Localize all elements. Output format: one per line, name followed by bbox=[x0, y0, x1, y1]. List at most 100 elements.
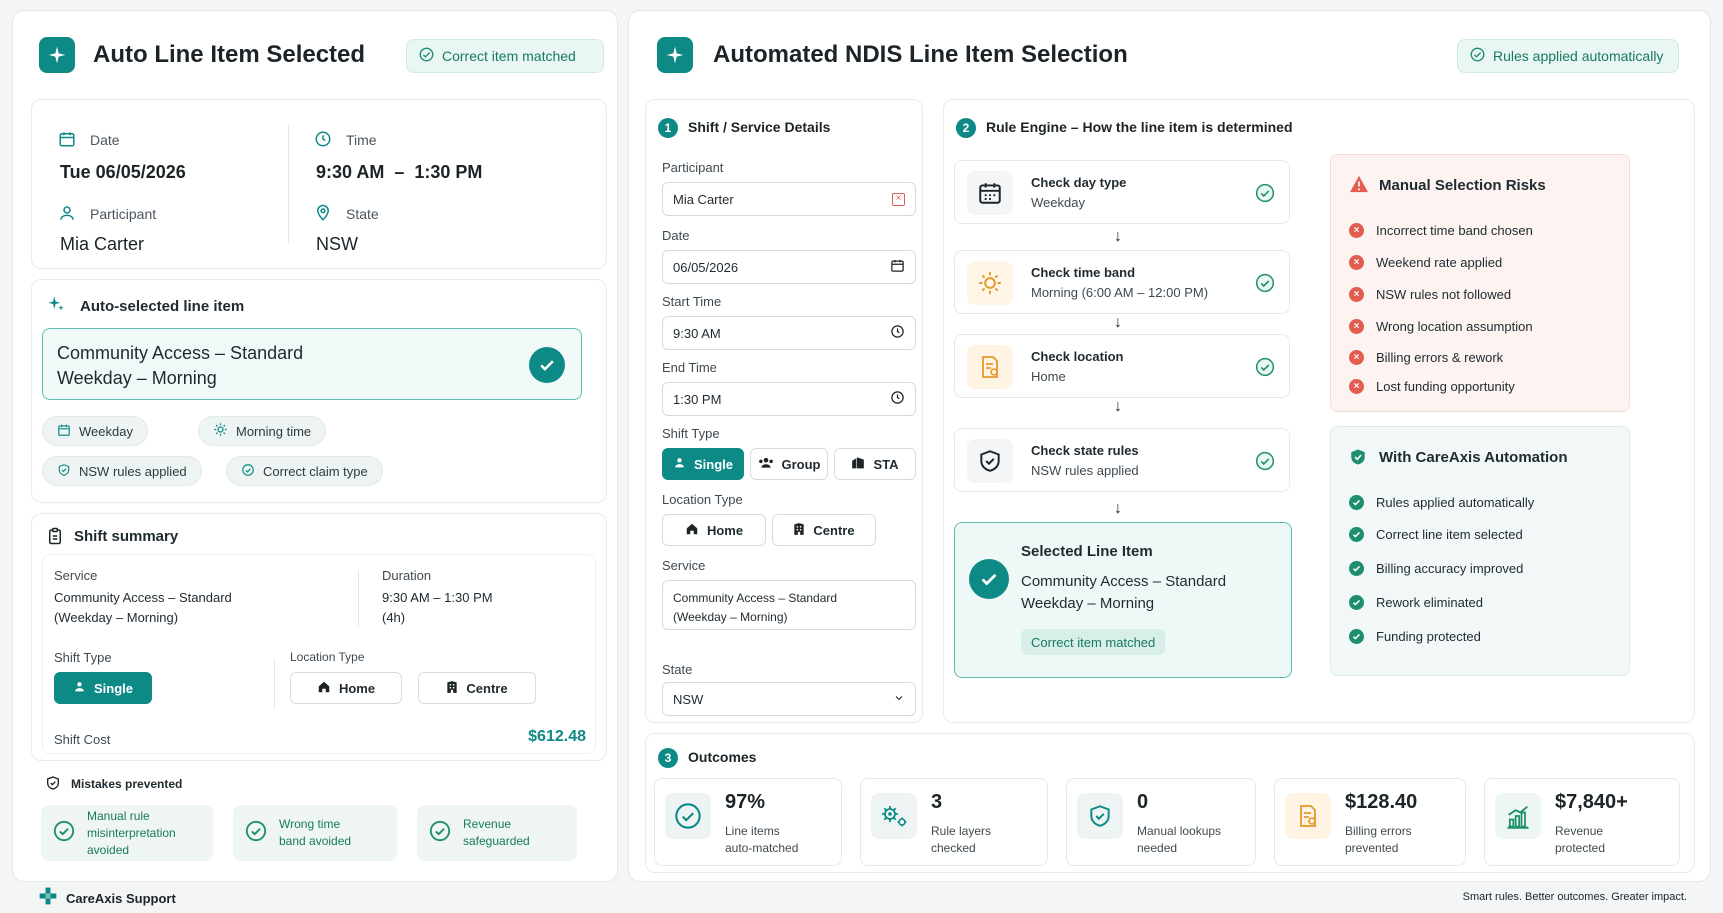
x-icon: × bbox=[1349, 379, 1364, 394]
outcome-label-line: Revenue bbox=[1555, 824, 1604, 838]
check-circle-icon bbox=[1255, 357, 1275, 382]
sparkle-logo-icon bbox=[39, 37, 75, 73]
participant-field[interactable]: Mia Carter × bbox=[662, 182, 916, 216]
shift-type-option-label: Single bbox=[693, 456, 733, 472]
mistakes-title: Mistakes prevented bbox=[71, 777, 183, 791]
careaxis-automation-card: With CareAxis Automation Rules applied a… bbox=[1330, 426, 1630, 676]
mistake-text: band avoided bbox=[279, 834, 352, 848]
shift-type-sta[interactable]: STA bbox=[834, 448, 916, 480]
end-time-label: End Time bbox=[662, 360, 717, 375]
shift-cost-label: Shift Cost bbox=[54, 732, 111, 747]
right-panel: Automated NDIS Line Item Selection Rules… bbox=[628, 10, 1711, 882]
building-icon bbox=[446, 680, 458, 697]
chevron-down-icon[interactable] bbox=[893, 692, 905, 707]
rule-title: Check day type bbox=[1031, 175, 1127, 190]
rule-flow: Check day type Weekday ↓ Check time band… bbox=[954, 160, 1334, 720]
risk-text: Lost funding opportunity bbox=[1376, 379, 1515, 394]
check-circle-icon bbox=[1255, 183, 1275, 208]
outcome-label: Manual lookups needed bbox=[1137, 823, 1221, 857]
service-field[interactable]: Community Access – Standard (Weekday – M… bbox=[662, 580, 916, 630]
participant-value: Mia Carter bbox=[60, 234, 145, 254]
benefit-text: Funding protected bbox=[1376, 629, 1481, 644]
location-home-button[interactable]: Home bbox=[662, 514, 766, 546]
rule-location: Check location Home bbox=[954, 334, 1290, 398]
state-select[interactable]: NSW bbox=[662, 682, 916, 716]
shift-summary-title: Shift summary bbox=[74, 528, 179, 545]
location-option-label: Centre bbox=[813, 522, 855, 538]
outcome-label: Rule layers checked bbox=[931, 823, 991, 857]
benefit-text: Correct line item selected bbox=[1376, 527, 1523, 542]
check-circle-icon bbox=[1255, 273, 1275, 298]
automation-title: With CareAxis Automation bbox=[1379, 449, 1568, 466]
risk-text: Billing errors & rework bbox=[1376, 350, 1504, 365]
outcome-label-line: needed bbox=[1137, 841, 1178, 855]
start-time-field[interactable]: 9:30 AM bbox=[662, 316, 916, 350]
clear-icon[interactable]: × bbox=[892, 192, 905, 206]
footer-brand[interactable]: CareAxis Support bbox=[38, 886, 176, 911]
careaxis-logo-icon bbox=[38, 886, 58, 911]
auto-selected-title: Auto-selected line item bbox=[80, 298, 245, 315]
section-title: Outcomes bbox=[688, 749, 757, 765]
shift-service-details-section: 1 Shift / Service Details Participant Mi… bbox=[645, 99, 923, 723]
risk-text: Wrong location assumption bbox=[1376, 319, 1533, 334]
mistake-item: Wrong time band avoided bbox=[233, 805, 397, 861]
shift-type-group[interactable]: Group bbox=[750, 448, 828, 480]
group-icon bbox=[758, 456, 774, 472]
outcome-label-line: prevented bbox=[1345, 841, 1399, 855]
shift-type-label: Single bbox=[93, 680, 133, 696]
date-field[interactable]: 06/05/2026 bbox=[662, 250, 916, 284]
building-icon bbox=[793, 522, 805, 539]
arrow-down-icon: ↓ bbox=[1114, 398, 1122, 415]
arrow-down-icon: ↓ bbox=[1114, 500, 1122, 517]
location-pin-icon bbox=[314, 204, 332, 227]
shield-check-icon bbox=[967, 439, 1013, 483]
selected-line-item-box[interactable]: Community Access – Standard Weekday – Mo… bbox=[42, 328, 582, 400]
shift-type-single[interactable]: Single bbox=[54, 672, 152, 704]
location-centre-button[interactable]: Centre bbox=[772, 514, 876, 546]
sparkle-icon bbox=[46, 294, 66, 319]
state-label: State bbox=[346, 206, 379, 222]
shift-type-single[interactable]: Single bbox=[662, 448, 744, 480]
risks-title: Manual Selection Risks bbox=[1379, 177, 1546, 194]
calendar-icon bbox=[58, 130, 76, 153]
benefit-text: Rules applied automatically bbox=[1376, 495, 1535, 510]
date-label: Date bbox=[662, 228, 690, 243]
service-label: Service bbox=[662, 558, 706, 573]
home-icon bbox=[317, 680, 331, 697]
user-icon bbox=[58, 204, 76, 227]
rule-subtitle: Morning (6:00 AM – 12:00 PM) bbox=[1031, 285, 1209, 300]
service-label: Service bbox=[54, 568, 98, 583]
start-time-label: Start Time bbox=[662, 294, 722, 309]
mistake-text: Revenue bbox=[463, 817, 512, 831]
check-circle-icon bbox=[1470, 47, 1485, 65]
service-line2: (Weekday – Morning) bbox=[54, 610, 179, 625]
end-time-field[interactable]: 1:30 PM bbox=[662, 382, 916, 416]
location-centre-button[interactable]: Centre bbox=[418, 672, 536, 704]
date-value: Tue 06/05/2026 bbox=[60, 162, 186, 182]
check-circle-icon bbox=[429, 820, 451, 847]
outcome-card: $128.40 Billing errors prevented bbox=[1274, 778, 1466, 866]
clock-icon[interactable] bbox=[890, 324, 905, 342]
calendar-icon[interactable] bbox=[890, 258, 905, 276]
duration-line1: 9:30 AM – 1:30 PM bbox=[382, 590, 493, 605]
left-panel: Auto Line Item Selected Correct item mat… bbox=[12, 10, 618, 882]
outcome-card: 3 Rule layers checked bbox=[860, 778, 1048, 866]
mistakes-prevented-card: Mistakes prevented Manual rule misinterpr… bbox=[31, 763, 607, 875]
building-icon bbox=[851, 456, 865, 472]
sun-icon bbox=[213, 422, 228, 440]
user-icon bbox=[73, 680, 86, 696]
check-icon bbox=[1349, 629, 1364, 644]
x-icon: × bbox=[1349, 223, 1364, 238]
invoice-icon bbox=[1285, 793, 1331, 839]
location-home-button[interactable]: Home bbox=[290, 672, 402, 704]
outcome-label-line: Rule layers bbox=[931, 824, 992, 838]
page-title: Automated NDIS Line Item Selection bbox=[713, 41, 1128, 68]
page-title: Auto Line Item Selected bbox=[93, 41, 366, 68]
outcome-label-line: checked bbox=[931, 841, 976, 855]
location-option-label: Home bbox=[706, 522, 744, 538]
clock-icon[interactable] bbox=[890, 390, 905, 408]
benefit-item: Funding protected bbox=[1349, 629, 1481, 644]
document-location-icon bbox=[967, 345, 1013, 389]
step-number: 1 bbox=[658, 118, 678, 138]
